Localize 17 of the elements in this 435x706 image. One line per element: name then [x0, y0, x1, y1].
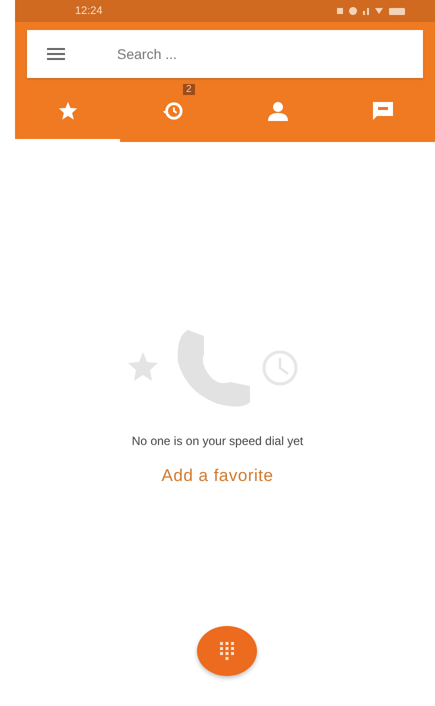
dialpad-button[interactable]	[197, 626, 257, 676]
wifi-icon	[375, 8, 383, 14]
count-badge: 2	[183, 84, 195, 95]
signal-icon	[363, 8, 369, 14]
person-icon	[266, 100, 288, 120]
message-icon	[372, 100, 394, 120]
add-favorite-link[interactable]: Add a favorite	[162, 466, 274, 486]
star-icon	[58, 101, 78, 120]
dialpad-icon	[220, 642, 234, 660]
status-time: 12:24	[75, 5, 103, 17]
search-field[interactable]: Search ...	[115, 45, 403, 63]
empty-message: No one is on your speed dial yet	[132, 434, 304, 448]
battery-icon	[389, 8, 405, 14]
history-icon	[162, 100, 184, 120]
menu-icon[interactable]	[47, 48, 65, 60]
tab[interactable]: 2	[120, 82, 225, 142]
search-bar[interactable]: Search ...	[27, 30, 423, 78]
